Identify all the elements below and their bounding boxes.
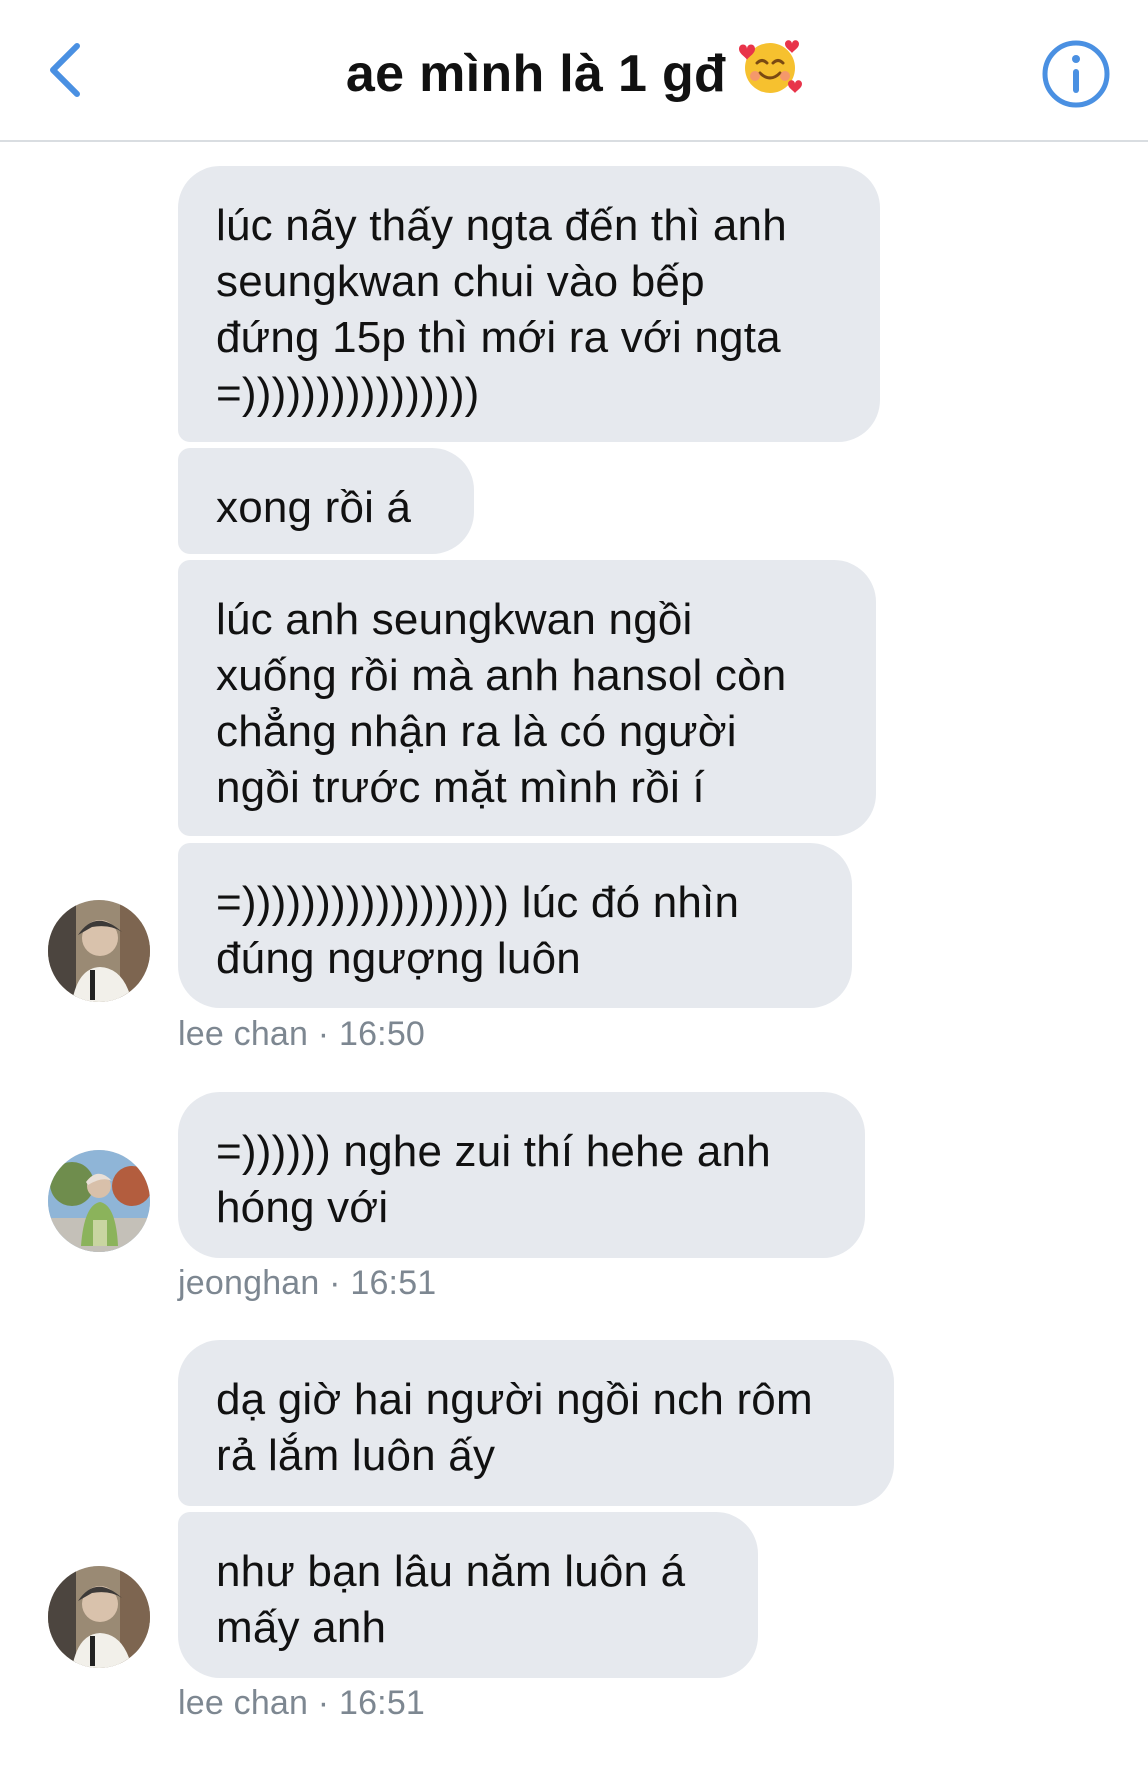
avatar-icon (48, 900, 150, 1002)
message-meta: lee chan · 16:50 (178, 1015, 426, 1053)
chat-title: ae mình là 1 gđ (345, 45, 727, 103)
message-meta: lee chan · 16:51 (178, 1684, 426, 1722)
avatar[interactable] (48, 1566, 150, 1668)
avatar[interactable] (48, 1150, 150, 1252)
message-bubble[interactable]: lúc anh seungkwan ngồi xuống rồi mà anh … (178, 560, 876, 836)
avatar[interactable] (48, 900, 150, 1002)
chat-screen: ae mình là 1 gđ lúc nãy thấy ngta đến th… (0, 0, 1148, 1773)
chat-title-row: ae mình là 1 gđ (0, 34, 1148, 114)
message-bubble[interactable]: dạ giờ hai người ngồi nch rôm rả lắm luô… (178, 1340, 894, 1506)
avatar-icon (48, 1150, 150, 1252)
info-icon[interactable] (1040, 38, 1112, 110)
message-bubble[interactable]: =)))))) nghe zui thí hehe anh hóng với (178, 1092, 865, 1258)
avatar-icon (48, 1566, 150, 1668)
smiling-face-with-hearts-icon (739, 40, 803, 93)
message-bubble[interactable]: lúc nãy thấy ngta đến thì anh seungkwan … (178, 166, 880, 442)
message-list: lúc nãy thấy ngta đến thì anh seungkwan … (0, 142, 1148, 1773)
message-meta: jeonghan · 16:51 (178, 1264, 437, 1302)
message-bubble[interactable]: =)))))))))))))))))) lúc đó nhìn đúng ngư… (178, 843, 852, 1008)
message-bubble[interactable]: như bạn lâu năm luôn á mấy anh (178, 1512, 758, 1678)
message-bubble[interactable]: xong rồi á (178, 448, 474, 554)
chat-header: ae mình là 1 gđ (0, 0, 1148, 142)
